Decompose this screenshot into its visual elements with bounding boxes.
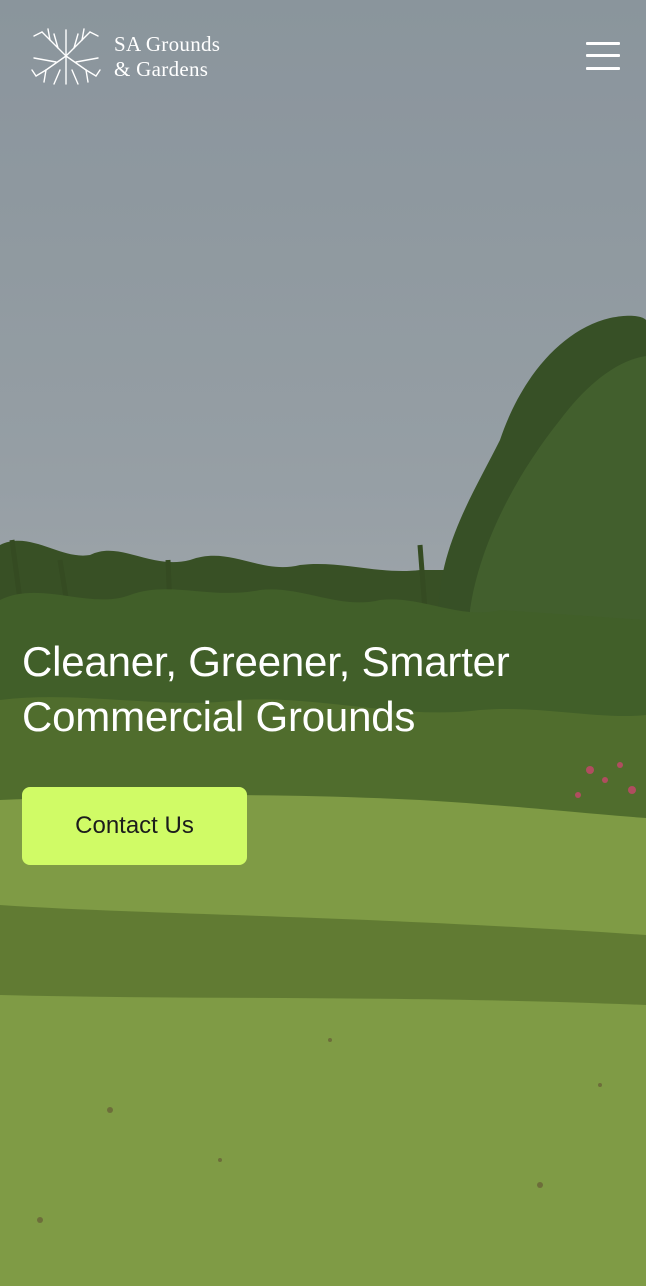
contact-us-button[interactable]: Contact Us	[22, 787, 247, 865]
brand-name-line1: SA Grounds	[114, 32, 221, 56]
hero-headline: Cleaner, Greener, Smarter Commercial Gro…	[22, 634, 622, 744]
brand-name-line2: & Gardens	[114, 57, 209, 81]
brand-logo[interactable]: SA Grounds & Gardens	[30, 26, 220, 88]
tree-roots-icon	[31, 28, 101, 85]
hamburger-menu-icon[interactable]	[584, 40, 622, 72]
hero-headline-line1: Cleaner, Greener, Smarter	[22, 638, 510, 685]
brand-name: SA Grounds & Gardens	[114, 32, 220, 82]
hero-headline-line2: Commercial Grounds	[22, 693, 416, 740]
